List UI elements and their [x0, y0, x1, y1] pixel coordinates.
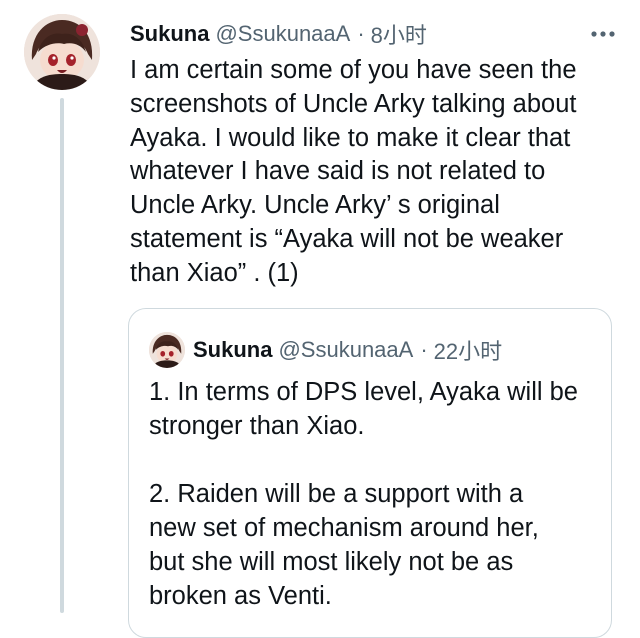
quoted-author-handle[interactable]: @SsukunaaA: [278, 337, 413, 363]
avatar-image: [149, 332, 185, 368]
quoted-author-name[interactable]: Sukuna: [193, 337, 272, 363]
author-name[interactable]: Sukuna: [130, 21, 209, 47]
tweet-text-line: Uncle Arky. Uncle Arky’ s original: [130, 191, 500, 220]
thread-line: [60, 98, 64, 613]
separator-dot: ·: [357, 21, 365, 46]
quoted-tweet-header: Sukuna @SsukunaaA · 22小时: [193, 335, 502, 365]
tweet-text-line: than Xiao” . (1): [130, 258, 299, 287]
author-avatar[interactable]: [24, 14, 100, 90]
tweet-text-line: screenshots of Uncle Arky talking about: [130, 89, 577, 118]
quoted-tweet-card[interactable]: Sukuna @SsukunaaA · 22小时 1. In terms of …: [128, 308, 612, 638]
tweet-text-line: Ayaka. I would like to make it clear tha…: [130, 123, 571, 152]
quoted-text-line: new set of mechanism around her,: [149, 514, 539, 542]
author-handle[interactable]: @SsukunaaA: [215, 21, 350, 47]
tweet-text-line: I am certain some of you have seen the: [130, 56, 577, 84]
quoted-text-line: stronger than Xiao.: [149, 412, 365, 440]
tweet-text-line: statement is “Ayaka will not be weaker: [130, 224, 564, 253]
quoted-author-avatar[interactable]: [149, 332, 185, 368]
tweet-text: I am certain some of you have seen the s…: [130, 54, 630, 291]
quoted-tweet-text: 1. In terms of DPS level, Ayaka will be …: [149, 375, 599, 613]
quoted-text-line: but she will most likely not be as: [149, 548, 514, 576]
separator-dot: ·: [420, 337, 428, 362]
quoted-tweet-timestamp[interactable]: 22小时: [434, 334, 502, 366]
tweet-timestamp[interactable]: 8小时: [371, 18, 427, 50]
tweet-text-line: whatever I have said is not related to: [130, 157, 546, 186]
quoted-text-line: 2. Raiden will be a support with a: [149, 480, 524, 508]
tweet-header: Sukuna @SsukunaaA · 8小时: [130, 18, 620, 50]
quoted-text-line: 1. In terms of DPS level, Ayaka will be: [149, 378, 578, 406]
more-horizontal-icon[interactable]: [586, 20, 620, 48]
quoted-text-line: broken as Venti.: [149, 582, 332, 610]
avatar-image: [24, 14, 100, 90]
